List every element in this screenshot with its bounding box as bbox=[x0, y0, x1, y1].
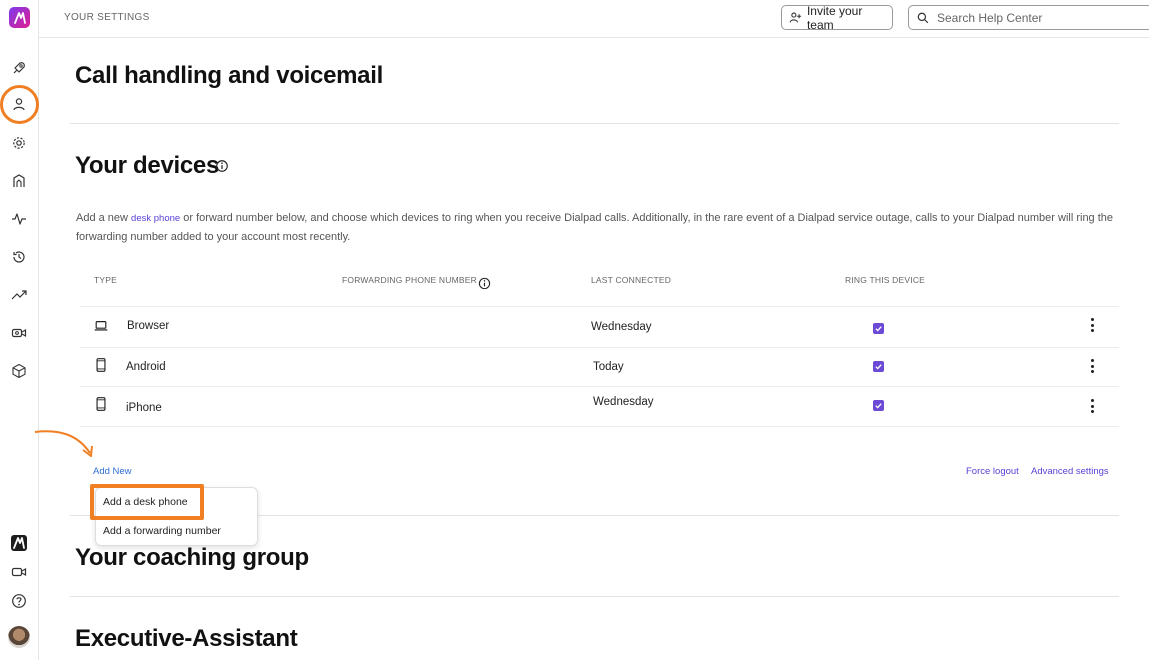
mobile-icon bbox=[96, 397, 106, 411]
more-options-icon[interactable] bbox=[1089, 318, 1095, 332]
desc-text: or forward number below, and choose whic… bbox=[76, 212, 1114, 243]
desk-phone-link[interactable]: desk phone bbox=[131, 213, 180, 224]
annotation-arrow-icon bbox=[34, 430, 93, 457]
search-icon bbox=[917, 12, 929, 23]
breadcrumb: YOUR SETTINGS bbox=[64, 12, 150, 23]
advanced-settings-link[interactable]: Advanced settings bbox=[1031, 466, 1109, 477]
force-logout-link[interactable]: Force logout bbox=[966, 466, 1019, 477]
ring-device-checkbox[interactable] bbox=[873, 323, 884, 334]
user-icon[interactable] bbox=[10, 95, 28, 113]
top-bar: YOUR SETTINGS Invite your team Search He… bbox=[39, 0, 1149, 38]
desc-text: Add a new bbox=[76, 212, 132, 224]
add-new-link[interactable]: Add New bbox=[93, 466, 132, 477]
device-last-connected: Today bbox=[593, 361, 624, 373]
app-logo-icon[interactable] bbox=[9, 7, 30, 28]
devices-title: Your devices bbox=[75, 152, 220, 179]
left-rail bbox=[0, 0, 39, 660]
app-window: YOUR SETTINGS Invite your team Search He… bbox=[0, 0, 1149, 660]
annotation-highlight-box bbox=[90, 484, 204, 520]
column-type: TYPE bbox=[94, 275, 118, 285]
device-type: Browser bbox=[127, 320, 170, 332]
add-user-icon bbox=[789, 12, 802, 23]
gear-icon[interactable] bbox=[10, 134, 28, 152]
ring-device-checkbox[interactable] bbox=[873, 361, 884, 372]
device-type: Android bbox=[126, 361, 166, 373]
executive-title: Executive-Assistant bbox=[75, 625, 298, 652]
section-divider bbox=[70, 596, 1119, 597]
device-last-connected: Wednesday bbox=[593, 396, 654, 408]
dialpad-logo-icon[interactable] bbox=[11, 535, 27, 551]
rocket-icon[interactable] bbox=[10, 59, 28, 77]
page-title: Call handling and voicemail bbox=[75, 62, 383, 89]
invite-team-label: Invite your team bbox=[806, 3, 863, 32]
devices-description: Add a new desk phone or forward number b… bbox=[76, 209, 1121, 247]
video-settings-icon[interactable] bbox=[10, 324, 28, 342]
info-icon[interactable] bbox=[215, 159, 229, 173]
help-icon[interactable] bbox=[10, 592, 28, 610]
row-divider bbox=[80, 306, 1119, 307]
more-options-icon[interactable] bbox=[1089, 399, 1095, 413]
column-last-connected: LAST CONNECTED bbox=[591, 275, 672, 285]
box-icon[interactable] bbox=[10, 362, 28, 380]
column-ring: RING THIS DEVICE bbox=[845, 275, 926, 285]
row-divider bbox=[80, 347, 1119, 348]
device-last-connected: Wednesday bbox=[591, 321, 652, 333]
coaching-title: Your coaching group bbox=[75, 544, 309, 571]
laptop-icon bbox=[94, 321, 108, 331]
row-divider bbox=[80, 426, 1119, 427]
forwarding-info-icon[interactable] bbox=[478, 277, 491, 290]
avatar[interactable] bbox=[8, 626, 30, 648]
ring-device-checkbox[interactable] bbox=[873, 400, 884, 411]
history-icon[interactable] bbox=[10, 248, 28, 266]
search-placeholder: Search Help Center bbox=[937, 10, 1043, 25]
mobile-icon bbox=[96, 358, 106, 372]
menu-item-forwarding-number[interactable]: Add a forwarding number bbox=[103, 525, 221, 537]
device-type: iPhone bbox=[126, 402, 162, 414]
section-divider bbox=[70, 123, 1119, 124]
video-icon[interactable] bbox=[10, 563, 28, 581]
row-divider bbox=[80, 386, 1119, 387]
contact-center-icon[interactable] bbox=[10, 172, 28, 190]
activity-icon[interactable] bbox=[10, 210, 28, 228]
invite-team-button[interactable]: Invite your team bbox=[781, 3, 893, 32]
search-input[interactable]: Search Help Center bbox=[908, 5, 1149, 30]
more-options-icon[interactable] bbox=[1089, 359, 1095, 373]
column-forwarding: FORWARDING PHONE NUMBER bbox=[342, 275, 477, 285]
trending-icon[interactable] bbox=[10, 286, 28, 304]
